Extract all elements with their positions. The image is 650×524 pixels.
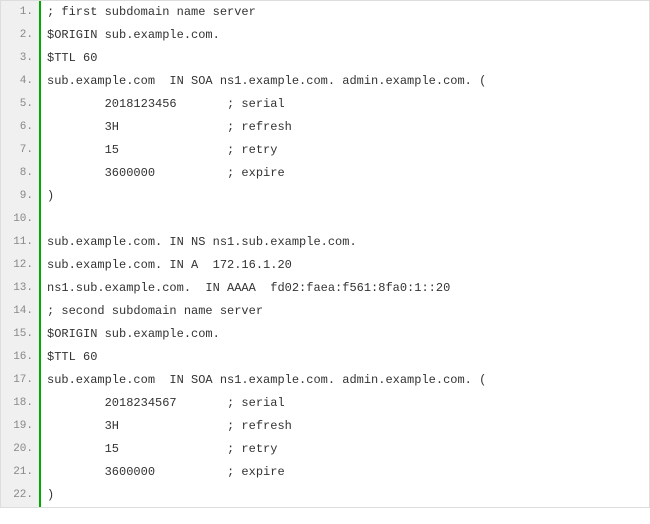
- line-number: 13.: [1, 277, 41, 300]
- code-line: 17. sub.example.com IN SOA ns1.example.c…: [1, 369, 649, 392]
- code-line: 11. sub.example.com. IN NS ns1.sub.examp…: [1, 231, 649, 254]
- line-number: 1.: [1, 1, 41, 24]
- code-line: 21. 3600000 ; expire: [1, 461, 649, 484]
- code-content[interactable]: 3600000 ; expire: [41, 461, 285, 484]
- code-content[interactable]: 3600000 ; expire: [41, 162, 285, 185]
- code-line: 2. $ORIGIN sub.example.com.: [1, 24, 649, 47]
- code-content[interactable]: $TTL 60: [41, 47, 97, 70]
- code-line: 18. 2018234567 ; serial: [1, 392, 649, 415]
- line-number: 11.: [1, 231, 41, 254]
- line-number: 3.: [1, 47, 41, 70]
- code-line: 22. ): [1, 484, 649, 507]
- code-content[interactable]: sub.example.com IN SOA ns1.example.com. …: [41, 70, 486, 93]
- code-line: 5. 2018123456 ; serial: [1, 93, 649, 116]
- code-line: 12. sub.example.com. IN A 172.16.1.20: [1, 254, 649, 277]
- code-content[interactable]: $ORIGIN sub.example.com.: [41, 323, 220, 346]
- code-content[interactable]: ; second subdomain name server: [41, 300, 263, 323]
- line-number: 12.: [1, 254, 41, 277]
- code-line: 6. 3H ; refresh: [1, 116, 649, 139]
- code-line: 3. $TTL 60: [1, 47, 649, 70]
- code-content[interactable]: $TTL 60: [41, 346, 97, 369]
- code-line: 13. ns1.sub.example.com. IN AAAA fd02:fa…: [1, 277, 649, 300]
- line-number: 22.: [1, 484, 41, 507]
- code-line: 16. $TTL 60: [1, 346, 649, 369]
- line-number: 17.: [1, 369, 41, 392]
- line-number: 18.: [1, 392, 41, 415]
- code-content[interactable]: [41, 208, 47, 231]
- code-content[interactable]: $ORIGIN sub.example.com.: [41, 24, 220, 47]
- line-number: 14.: [1, 300, 41, 323]
- code-line: 15. $ORIGIN sub.example.com.: [1, 323, 649, 346]
- line-number: 10.: [1, 208, 41, 231]
- code-content[interactable]: ): [41, 185, 54, 208]
- code-content[interactable]: sub.example.com IN SOA ns1.example.com. …: [41, 369, 486, 392]
- code-line: 1. ; first subdomain name server: [1, 1, 649, 24]
- line-number: 4.: [1, 70, 41, 93]
- code-line: 7. 15 ; retry: [1, 139, 649, 162]
- line-number: 21.: [1, 461, 41, 484]
- line-number: 9.: [1, 185, 41, 208]
- code-line: 4. sub.example.com IN SOA ns1.example.co…: [1, 70, 649, 93]
- code-line: 20. 15 ; retry: [1, 438, 649, 461]
- line-number: 7.: [1, 139, 41, 162]
- line-number: 6.: [1, 116, 41, 139]
- code-line: 19. 3H ; refresh: [1, 415, 649, 438]
- code-content[interactable]: 3H ; refresh: [41, 116, 292, 139]
- code-content[interactable]: 2018234567 ; serial: [41, 392, 285, 415]
- line-number: 5.: [1, 93, 41, 116]
- code-content[interactable]: 15 ; retry: [41, 438, 277, 461]
- code-content[interactable]: sub.example.com. IN NS ns1.sub.example.c…: [41, 231, 357, 254]
- line-number: 19.: [1, 415, 41, 438]
- code-line: 9. ): [1, 185, 649, 208]
- line-number: 8.: [1, 162, 41, 185]
- code-content[interactable]: ): [41, 484, 54, 507]
- line-number: 15.: [1, 323, 41, 346]
- line-number: 16.: [1, 346, 41, 369]
- code-content[interactable]: ; first subdomain name server: [41, 1, 256, 24]
- code-content[interactable]: sub.example.com. IN A 172.16.1.20: [41, 254, 292, 277]
- code-content[interactable]: 15 ; retry: [41, 139, 277, 162]
- code-line: 10.: [1, 208, 649, 231]
- line-number: 20.: [1, 438, 41, 461]
- code-content[interactable]: ns1.sub.example.com. IN AAAA fd02:faea:f…: [41, 277, 450, 300]
- code-content[interactable]: 2018123456 ; serial: [41, 93, 285, 116]
- code-content[interactable]: 3H ; refresh: [41, 415, 292, 438]
- line-number: 2.: [1, 24, 41, 47]
- code-editor[interactable]: 1. ; first subdomain name server 2. $ORI…: [0, 0, 650, 508]
- code-line: 8. 3600000 ; expire: [1, 162, 649, 185]
- code-line: 14. ; second subdomain name server: [1, 300, 649, 323]
